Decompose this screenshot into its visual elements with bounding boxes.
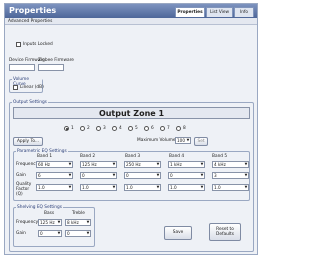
zone-radio-7[interactable]	[160, 126, 165, 131]
chevron-down-icon: ▼	[112, 173, 116, 177]
chevron-down-icon: ▼	[68, 162, 72, 166]
volume-curve-group: Volume Curve Linear (dB)	[9, 77, 44, 93]
advanced-properties-label: Advanced Properties	[8, 19, 53, 24]
zone-radio-4-label: 4	[119, 126, 122, 131]
output-zone-title: Output Zone 1	[13, 107, 250, 119]
chevron-down-icon: ▼	[68, 173, 72, 177]
title-bar: Properties Properties List View Info	[5, 4, 257, 18]
band-5-header: Band 5	[212, 154, 228, 159]
chevron-down-icon: ▼	[57, 220, 61, 224]
inputs-locked-label: Inputs Locked	[23, 42, 53, 47]
treble-frequency-select[interactable]: 8 kHz ▼	[65, 219, 91, 226]
zone-radio-7-label: 7	[167, 126, 170, 131]
zone-radio-2[interactable]	[80, 126, 85, 131]
band-1-q-select[interactable]: 1.0 ▼	[36, 184, 73, 191]
chevron-down-icon: ▼	[200, 162, 204, 166]
frequency-row-label: Frequency	[16, 162, 39, 167]
band-1-header: Band 1	[37, 154, 53, 159]
zone-radio-6-label: 6	[151, 126, 154, 131]
chevron-down-icon: ▼	[156, 185, 160, 189]
shelving-frequency-label: Frequency	[16, 220, 39, 225]
zone-radio-3-label: 3	[103, 126, 106, 131]
output-settings-label: Output Settings	[12, 100, 48, 105]
bass-header: Bass	[44, 211, 55, 216]
band-3-frequency-select[interactable]: 250 Hz ▼	[124, 161, 161, 168]
maximum-volume-select[interactable]: 100 ▼	[175, 137, 191, 144]
zone-radio-1-label: 1	[71, 126, 74, 131]
zone-radio-6[interactable]	[144, 126, 149, 131]
advanced-properties-bar: Advanced Properties	[5, 18, 257, 25]
window-title: Properties	[9, 6, 57, 15]
band-3-header: Band 3	[125, 154, 141, 159]
chevron-down-icon: ▼	[200, 173, 204, 177]
zigbee-firmware-field	[38, 64, 64, 71]
band-2-header: Band 2	[80, 154, 96, 159]
device-firmware-field	[9, 64, 35, 71]
zone-radio-4[interactable]	[112, 126, 117, 131]
band-4-frequency-select[interactable]: 1 kHz ▼	[168, 161, 205, 168]
apply-to-button[interactable]: Apply To...	[13, 137, 43, 146]
band-2-frequency-select[interactable]: 125 Hz ▼	[80, 161, 117, 168]
band-1-gain-select[interactable]: 6 ▼	[36, 172, 73, 179]
parametric-eq-group: Parametric EQ Settings Band 1 Band 2 Ban…	[13, 149, 250, 201]
chevron-down-icon: ▼	[200, 185, 204, 189]
chevron-down-icon: ▼	[57, 231, 61, 235]
linear-db-checkbox[interactable]	[13, 85, 18, 90]
gain-row-label: Gain	[16, 173, 26, 178]
save-button[interactable]: Save	[164, 226, 192, 240]
properties-window: Properties Properties List View Info Adv…	[4, 3, 258, 255]
band-3-gain-select[interactable]: 0 ▼	[124, 172, 161, 179]
band-5-frequency-select[interactable]: 4 kHz ▼	[212, 161, 249, 168]
zone-radio-3[interactable]	[96, 126, 101, 131]
chevron-down-icon: ▼	[86, 231, 90, 235]
chevron-down-icon: ▼	[112, 185, 116, 189]
reset-to-defaults-button[interactable]: Reset to Defaults	[209, 223, 241, 241]
linear-db-label: Linear (dB)	[20, 85, 44, 90]
chevron-down-icon: ▼	[156, 162, 160, 166]
zone-radio-1[interactable]	[64, 126, 69, 131]
bass-gain-select[interactable]: 0 ▼	[38, 230, 62, 237]
quality-factor-row-label: Quality Factor (Q)	[16, 182, 32, 197]
chevron-down-icon: ▼	[68, 185, 72, 189]
band-2-gain-select[interactable]: 0 ▼	[80, 172, 117, 179]
shelving-gain-label: Gain	[16, 231, 26, 236]
treble-gain-select[interactable]: 0 ▼	[65, 230, 91, 237]
chevron-down-icon: ▼	[244, 162, 248, 166]
treble-header: Treble	[72, 211, 85, 216]
maximum-volume-label: Maximum Volume	[137, 138, 176, 143]
band-5-q-select[interactable]: 1.0 ▼	[212, 184, 249, 191]
band-2-q-select[interactable]: 1.0 ▼	[80, 184, 117, 191]
tab-list-view[interactable]: List View	[206, 7, 233, 17]
bass-frequency-select[interactable]: 125 Hz ▼	[38, 219, 62, 226]
set-button[interactable]: Set	[194, 137, 208, 146]
chevron-down-icon: ▼	[244, 173, 248, 177]
zone-radio-2-label: 2	[87, 126, 90, 131]
zone-radio-5-label: 5	[135, 126, 138, 131]
chevron-down-icon: ▼	[186, 138, 190, 142]
tab-info[interactable]: Info	[234, 7, 254, 17]
chevron-down-icon: ▼	[86, 220, 90, 224]
chevron-down-icon: ▼	[156, 173, 160, 177]
chevron-down-icon: ▼	[112, 162, 116, 166]
band-4-header: Band 4	[169, 154, 185, 159]
tab-properties[interactable]: Properties	[175, 7, 205, 17]
zone-radio-8-label: 8	[183, 126, 186, 131]
shelving-eq-group: Shelving EQ Settings Bass Treble Frequen…	[13, 205, 95, 247]
zone-radio-5[interactable]	[128, 126, 133, 131]
band-4-gain-select[interactable]: 0 ▼	[168, 172, 205, 179]
band-4-q-select[interactable]: 1.0 ▼	[168, 184, 205, 191]
chevron-down-icon: ▼	[244, 185, 248, 189]
output-settings-group: Output Settings Output Zone 1 1 2 3 4 5 …	[9, 100, 254, 252]
zone-radio-8[interactable]	[176, 126, 181, 131]
shelving-eq-label: Shelving EQ Settings	[16, 205, 63, 210]
band-5-gain-select[interactable]: 3 ▼	[212, 172, 249, 179]
zigbee-firmware-label: Zigbee Firmware	[38, 58, 74, 63]
inputs-locked-checkbox[interactable]	[16, 42, 21, 47]
band-3-q-select[interactable]: 1.0 ▼	[124, 184, 161, 191]
band-1-frequency-select[interactable]: 60 Hz ▼	[36, 161, 73, 168]
